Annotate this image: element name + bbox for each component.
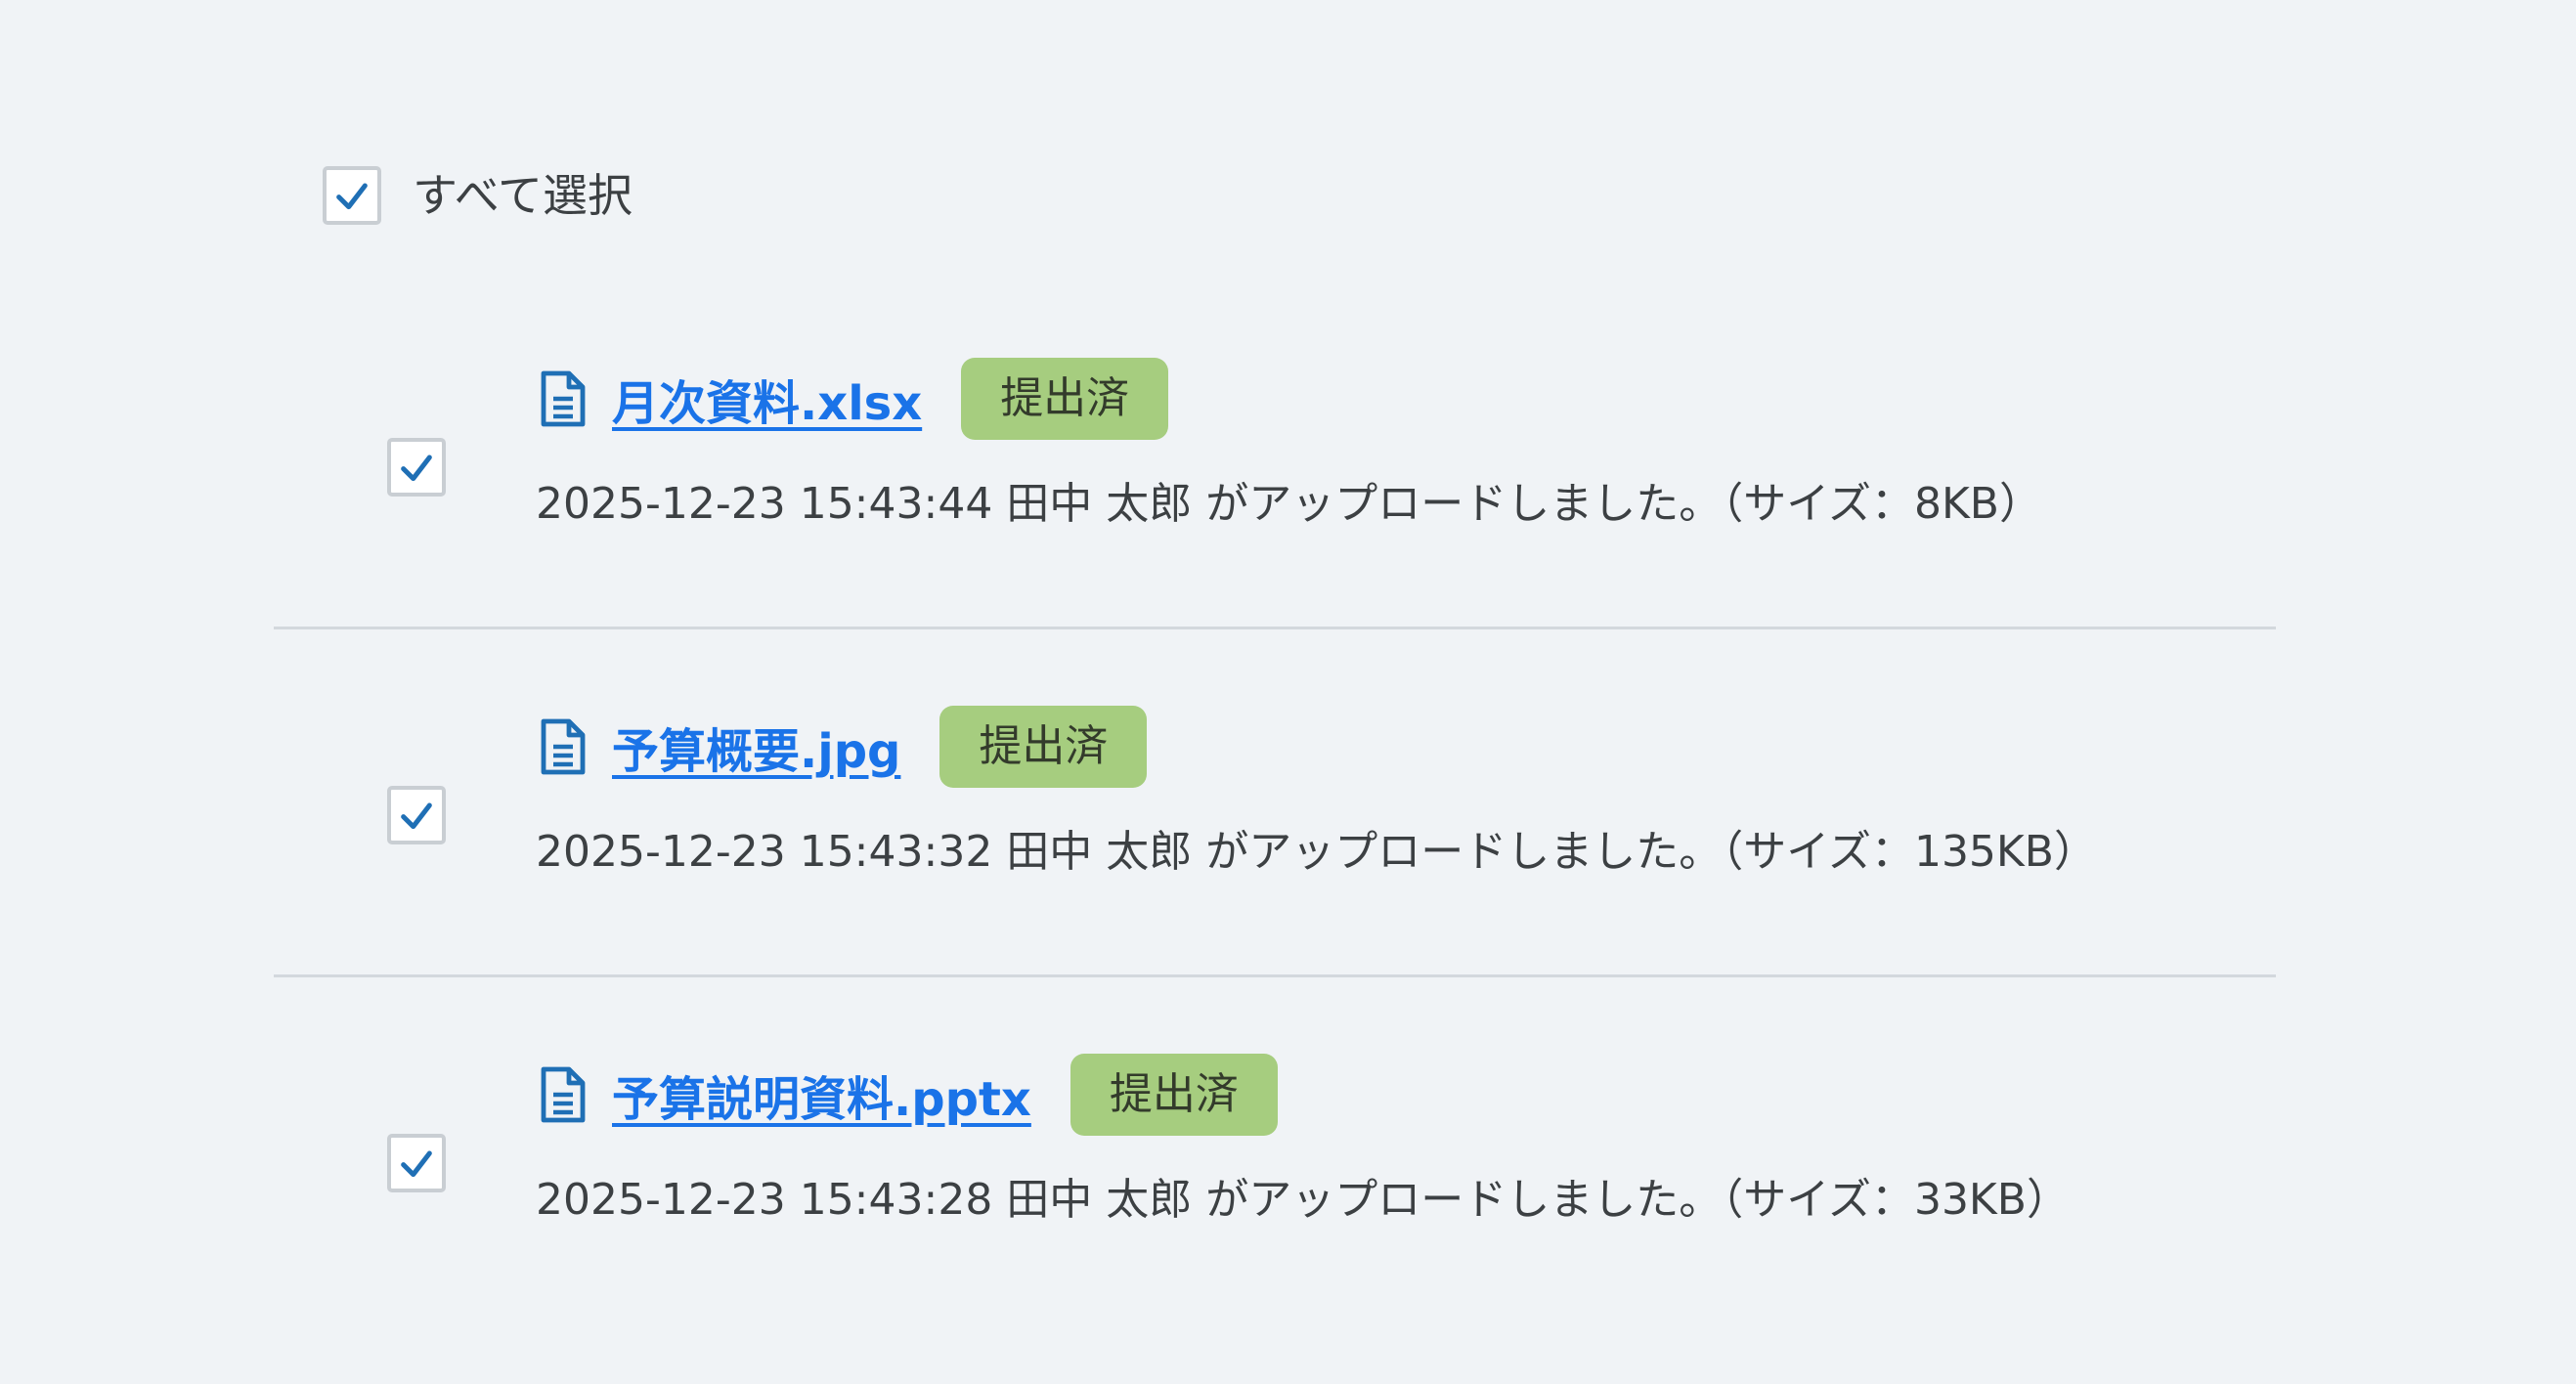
status-badge: 提出済 — [1070, 1054, 1278, 1136]
file-upload-info: 2025-12-23 15:43:44 田中 太郎 がアップロードしました。（サ… — [536, 479, 2042, 529]
file-checkbox[interactable] — [387, 1134, 446, 1192]
file-upload-info: 2025-12-23 15:43:32 田中 太郎 がアップロードしました。（サ… — [536, 827, 2097, 877]
select-all-row[interactable]: すべて選択 — [323, 164, 633, 227]
file-title-line: 予算説明資料.pptx 提出済 — [538, 1054, 1278, 1136]
file-checkbox[interactable] — [387, 438, 446, 497]
file-link[interactable]: 月次資料.xlsx — [612, 365, 922, 433]
document-icon — [538, 1065, 589, 1124]
status-badge: 提出済 — [961, 358, 1169, 440]
file-link[interactable]: 予算説明資料.pptx — [612, 1060, 1031, 1129]
check-icon — [401, 802, 432, 830]
file-row: 予算概要.jpg 提出済 2025-12-23 15:43:32 田中 太郎 が… — [274, 629, 2276, 977]
file-title-line: 月次資料.xlsx 提出済 — [538, 358, 1169, 440]
file-upload-info: 2025-12-23 15:43:28 田中 太郎 がアップロードしました。（サ… — [536, 1175, 2070, 1225]
file-checkbox[interactable] — [387, 786, 446, 844]
select-all-checkbox[interactable] — [323, 166, 381, 225]
status-badge: 提出済 — [939, 706, 1148, 788]
select-all-label: すべて選択 — [413, 169, 633, 222]
file-row: 予算説明資料.pptx 提出済 2025-12-23 15:43:28 田中 太… — [274, 977, 2276, 1325]
file-row: 月次資料.xlsx 提出済 2025-12-23 15:43:44 田中 太郎 … — [274, 281, 2276, 629]
document-icon — [538, 717, 589, 776]
file-link[interactable]: 予算概要.jpg — [612, 713, 900, 781]
check-icon — [401, 454, 432, 482]
check-icon — [336, 183, 368, 210]
file-title-line: 予算概要.jpg 提出済 — [538, 706, 1148, 788]
document-icon — [538, 369, 589, 428]
file-list: 月次資料.xlsx 提出済 2025-12-23 15:43:44 田中 太郎 … — [274, 281, 2276, 1325]
check-icon — [401, 1150, 432, 1178]
